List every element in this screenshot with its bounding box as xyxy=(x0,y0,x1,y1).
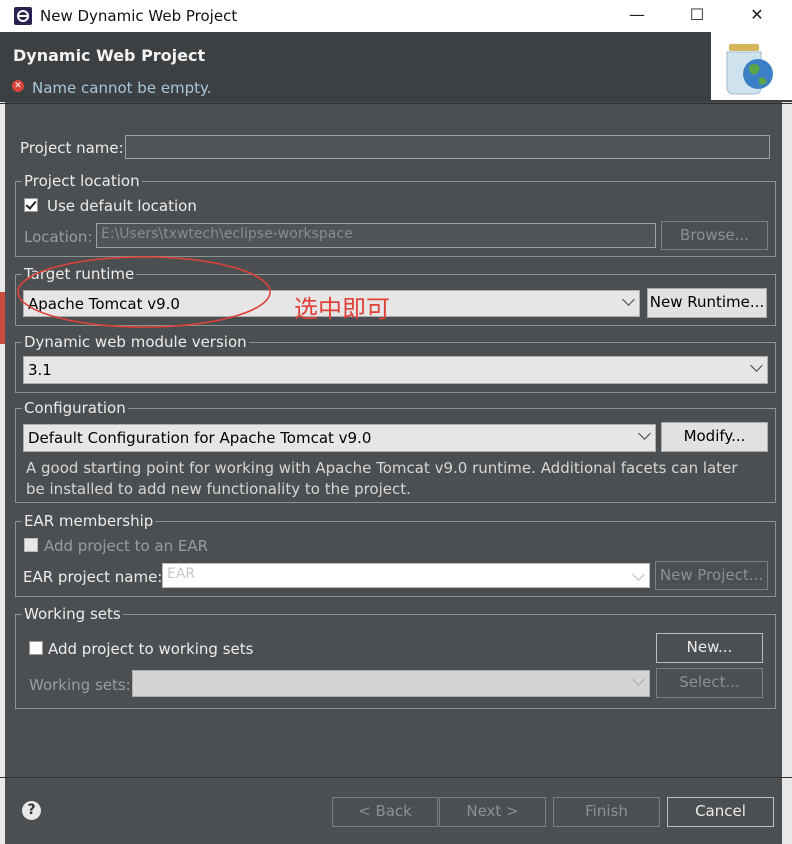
configuration-select[interactable]: Default Configuration for Apache Tomcat … xyxy=(23,424,656,452)
annotation-text: 选中即可 xyxy=(294,295,390,323)
ear-project-name-value: EAR xyxy=(167,566,196,582)
eclipse-icon xyxy=(14,7,32,25)
footer-separator xyxy=(0,777,792,778)
background-window-edge-right xyxy=(782,102,792,844)
next-button[interactable]: Next > xyxy=(439,797,546,827)
finish-button[interactable]: Finish xyxy=(553,797,660,827)
project-name-input[interactable] xyxy=(125,135,770,159)
add-to-working-sets-label: Add project to working sets xyxy=(48,640,254,658)
configuration-value: Default Configuration for Apache Tomcat … xyxy=(28,429,372,447)
chevron-down-icon xyxy=(622,293,635,306)
background-window-edge-red xyxy=(0,292,5,344)
cancel-button[interactable]: Cancel xyxy=(667,797,774,827)
jar-globe-icon xyxy=(726,44,773,95)
project-location-title: Project location xyxy=(22,172,142,190)
help-icon[interactable]: ? xyxy=(22,801,41,820)
title-bar: New Dynamic Web Project — ☐ ✕ xyxy=(0,0,792,32)
chevron-down-icon xyxy=(632,568,645,581)
window-title: New Dynamic Web Project xyxy=(40,7,238,25)
select-working-sets-button[interactable]: Select... xyxy=(656,668,763,698)
modify-button[interactable]: Modify... xyxy=(661,422,768,452)
add-to-working-sets-checkbox[interactable] xyxy=(29,641,43,655)
background-window-edge xyxy=(0,36,5,844)
browse-button[interactable]: Browse... xyxy=(661,221,768,250)
ear-project-name-label: EAR project name: xyxy=(23,568,163,586)
configuration-title: Configuration xyxy=(22,399,128,417)
back-button[interactable]: < Back xyxy=(332,797,438,827)
web-module-select[interactable]: 3.1 xyxy=(23,356,768,384)
ear-project-name-input[interactable]: EAR xyxy=(162,563,650,588)
page-title: Dynamic Web Project xyxy=(13,46,206,65)
configuration-description: A good starting point for working with A… xyxy=(26,459,738,498)
new-ear-project-button[interactable]: New Project... xyxy=(655,561,768,590)
maximize-button[interactable]: ☐ xyxy=(674,0,720,32)
working-sets-select[interactable] xyxy=(132,670,650,697)
new-working-set-button[interactable]: New... xyxy=(656,633,763,663)
header-separator xyxy=(0,103,792,104)
use-default-location-label: Use default location xyxy=(47,197,197,215)
minimize-button[interactable]: — xyxy=(614,0,660,32)
add-to-ear-label: Add project to an EAR xyxy=(44,537,209,555)
wizard-banner xyxy=(711,32,792,100)
chevron-down-icon xyxy=(638,427,651,440)
chevron-down-icon xyxy=(750,359,763,372)
ear-membership-title: EAR membership xyxy=(22,512,156,530)
location-input[interactable]: E:\Users\txwtech\eclipse-workspace xyxy=(96,223,656,248)
add-to-ear-checkbox[interactable] xyxy=(24,538,38,552)
web-module-title: Dynamic web module version xyxy=(22,333,249,351)
close-button[interactable]: ✕ xyxy=(734,0,780,32)
red-circle-annotation xyxy=(17,256,271,328)
error-message: Name cannot be empty. xyxy=(32,79,212,97)
working-sets-label: Working sets: xyxy=(29,676,131,694)
location-label: Location: xyxy=(24,228,93,246)
use-default-location-checkbox[interactable] xyxy=(24,198,38,212)
chevron-down-icon xyxy=(632,673,645,686)
error-icon: ✕ xyxy=(12,80,24,92)
project-name-label: Project name: xyxy=(20,139,124,157)
new-runtime-button[interactable]: New Runtime... xyxy=(647,288,767,318)
web-module-value: 3.1 xyxy=(28,361,52,379)
working-sets-title: Working sets xyxy=(22,605,123,623)
